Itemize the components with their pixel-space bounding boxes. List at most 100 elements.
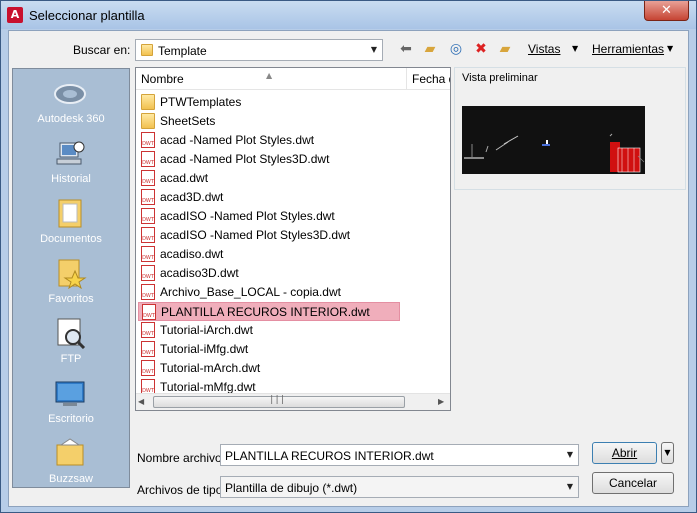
item-name: PLANTILLA RECUROS INTERIOR.dwt [161,305,370,319]
place-escritorio[interactable]: Escritorio [13,373,129,433]
documents-icon [58,199,82,228]
list-item[interactable]: Tutorial-mArch.dwt [138,359,400,378]
place-label: FTP [60,353,82,365]
chevron-down-icon[interactable]: ▼ [562,477,578,497]
preview-label: Vista preliminar [462,72,538,84]
scroll-left-icon[interactable]: ◀ [138,397,144,406]
back-icon[interactable]: ⬅ [397,40,415,58]
column-header-fecha[interactable]: Fecha d [407,68,450,90]
place-favoritos[interactable]: Favoritos [13,253,129,313]
autodesk-360-icon [54,84,86,104]
list-item[interactable]: PTWTemplates [138,93,400,112]
sort-ascending-icon: ▲ [266,71,273,80]
chevron-down-icon: ▼ [664,448,671,457]
item-name: acad -Named Plot Styles.dwt [160,133,315,147]
places-sidebar: Autodesk 360 Historial Documentos Favori… [12,68,130,488]
title-bar[interactable]: A Seleccionar plantilla ✕ [1,1,696,29]
filename-label: Nombre archivo: [137,451,226,465]
list-item-selected[interactable]: PLANTILLA RECUROS INTERIOR.dwt [138,302,400,321]
close-button[interactable]: ✕ [644,1,689,21]
dialog-window: A Seleccionar plantilla ✕ Buscar en: Tem… [0,0,697,513]
list-item[interactable]: acad.dwt [138,169,400,188]
list-item[interactable]: acad -Named Plot Styles3D.dwt [138,150,400,169]
list-item[interactable]: acadiso3D.dwt [138,264,400,283]
cancel-button-label: Cancelar [608,476,658,490]
location-dropdown[interactable]: Template ▼ [135,39,383,61]
item-name: acadiso.dwt [160,247,224,261]
chevron-down-icon[interactable]: ▼ [366,40,382,60]
dwt-file-icon [141,151,155,167]
drawing-preview-image [462,106,645,174]
folder-icon [141,44,153,56]
list-item[interactable]: acadiso.dwt [138,245,400,264]
up-folder-icon[interactable]: ▰ [421,40,439,58]
list-item[interactable]: acadISO -Named Plot Styles.dwt [138,207,400,226]
folder-icon [141,94,155,110]
list-item[interactable]: Archivo_Base_LOCAL - copia.dwt [138,283,400,302]
delete-icon[interactable]: ✖ [472,40,490,58]
place-label: Historial [51,173,91,185]
grip-icon: ||| [269,395,286,405]
dwt-file-icon [141,246,155,262]
place-autodesk-360[interactable]: Autodesk 360 [13,73,129,133]
filetype-label: Archivos de tipo: [137,483,226,497]
ftp-icon [57,318,86,349]
dwt-file-icon [141,132,155,148]
list-item[interactable]: acadISO -Named Plot Styles3D.dwt [138,226,400,245]
item-name: Tutorial-mMfg.dwt [160,380,256,394]
dwt-file-icon [141,360,155,376]
filetype-dropdown[interactable]: Plantilla de dibujo (*.dwt) ▼ [220,476,579,498]
place-label: Favoritos [48,293,94,305]
place-label: Buzzsaw [48,473,94,485]
place-documentos[interactable]: Documentos [13,193,129,253]
vistas-dropdown-icon[interactable]: ▼ [572,44,578,53]
scrollbar-thumb[interactable]: ||| [153,395,405,408]
cancel-button[interactable]: Cancelar [592,472,674,494]
search-web-icon[interactable]: ◎ [447,40,465,58]
new-folder-icon[interactable]: ▰ [496,40,514,58]
dwt-file-icon [141,208,155,224]
item-name: Archivo_Base_LOCAL - copia.dwt [160,285,341,299]
open-button-label: Abrir [611,446,638,460]
vistas-menu[interactable]: Vistas [528,42,560,56]
item-name: acad3D.dwt [160,190,224,204]
item-name: acad -Named Plot Styles3D.dwt [160,152,330,166]
place-ftp[interactable]: FTP [13,313,129,373]
place-label: Documentos [40,233,102,245]
item-name: acad.dwt [160,171,209,185]
place-historial[interactable]: Historial [13,133,129,193]
list-item[interactable]: acad3D.dwt [138,188,400,207]
scroll-right-icon[interactable]: ▶ [438,397,444,406]
filename-input[interactable]: PLANTILLA RECUROS INTERIOR.dwt ▼ [220,444,579,466]
dwt-file-icon [141,189,155,205]
chevron-down-icon[interactable]: ▼ [562,445,578,465]
place-label: Escritorio [48,413,94,425]
preview-group: Vista preliminar [454,67,686,190]
folder-icon [141,113,155,129]
location-value: Template [158,44,207,58]
favorites-icon [58,259,87,289]
place-label: Autodesk 360 [37,113,105,125]
column-header-nombre[interactable]: Nombre ▲ [136,68,407,90]
dwt-file-icon [141,227,155,243]
herramientas-menu[interactable]: Herramientas [592,42,664,56]
history-icon [56,141,85,165]
column-label: Nombre [141,72,184,86]
item-name: Tutorial-iArch.dwt [160,323,253,337]
place-buzzsaw[interactable]: Buzzsaw [13,433,129,493]
item-name: acadISO -Named Plot Styles.dwt [160,209,335,223]
item-name: Tutorial-mArch.dwt [160,361,261,375]
herramientas-dropdown-icon[interactable]: ▼ [667,44,673,53]
item-name: PTWTemplates [160,95,242,109]
list-item[interactable]: acad -Named Plot Styles.dwt [138,131,400,150]
list-item[interactable]: Tutorial-iMfg.dwt [138,340,400,359]
list-item[interactable]: Tutorial-iArch.dwt [138,321,400,340]
dialog-title: Seleccionar plantilla [29,8,145,23]
open-button[interactable]: Abrir [592,442,657,464]
horizontal-scrollbar[interactable]: ◀ ||| ▶ [136,393,450,410]
open-options-dropdown[interactable]: ▼ [661,442,674,464]
file-list[interactable]: Nombre ▲ Fecha d PTWTemplates SheetSets … [135,67,451,411]
list-item[interactable]: SheetSets [138,112,400,131]
dialog-client-area: Buscar en: Template ▼ ⬅ ▰ ◎ ✖ ▰ Vistas ▼… [8,30,689,507]
dwt-file-icon [142,304,156,320]
